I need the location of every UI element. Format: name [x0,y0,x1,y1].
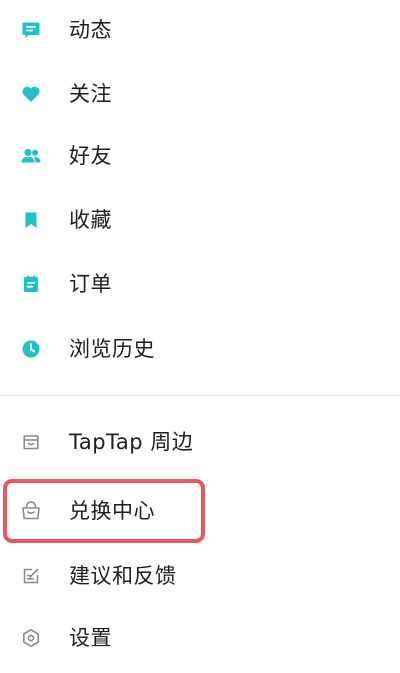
menu-item-label: 好友 [69,144,112,168]
store-icon [20,431,42,453]
highlight-annotation-box [3,479,205,543]
menu-item-friends[interactable]: 好友 [0,130,400,182]
bookmark-icon [20,209,42,231]
heart-icon [20,83,42,105]
menu-divider [0,395,400,396]
menu-item-orders[interactable]: 订单 [0,258,400,310]
menu-item-label: 浏览历史 [69,337,155,361]
menu-item-label: 收藏 [69,208,112,232]
friends-icon [20,145,42,167]
menu-item-posts[interactable]: 动态 [0,4,400,56]
feedback-icon [20,565,42,587]
menu-item-label: 订单 [69,272,112,296]
clock-icon [20,338,42,360]
menu-item-label: 设置 [69,626,112,650]
menu-item-label: 动态 [69,18,112,42]
menu-item-following[interactable]: 关注 [0,68,400,120]
menu-item-label: 关注 [69,82,112,106]
menu-item-history[interactable]: 浏览历史 [0,323,400,375]
post-icon [20,19,42,41]
side-menu: 动态 关注 好友 收藏 订单 浏览历史 TapTap 周边 兑换中心 建议和反馈… [0,0,400,673]
menu-item-merch-store[interactable]: TapTap 周边 [0,416,400,468]
menu-item-favorites[interactable]: 收藏 [0,194,400,246]
menu-item-label: TapTap 周边 [69,430,194,454]
menu-item-settings[interactable]: 设置 [0,612,400,664]
menu-item-label: 建议和反馈 [69,564,177,588]
order-icon [20,273,42,295]
settings-icon [20,627,42,649]
menu-item-feedback[interactable]: 建议和反馈 [0,550,400,602]
